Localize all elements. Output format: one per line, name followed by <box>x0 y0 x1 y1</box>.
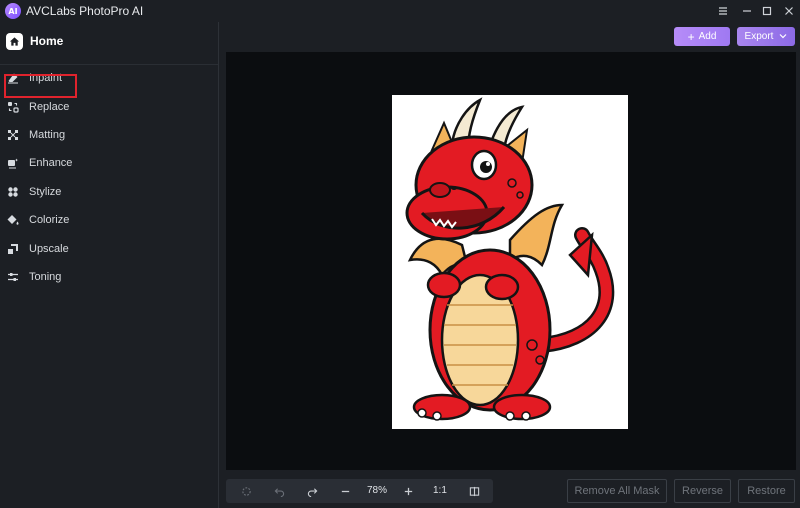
add-button-label: Add <box>698 31 717 42</box>
colorize-icon <box>6 213 20 227</box>
stylize-icon <box>6 185 20 199</box>
sidebar-item-label: Replace <box>29 101 70 113</box>
add-button[interactable]: + Add <box>674 27 730 46</box>
sidebar-item-label: Matting <box>29 129 66 141</box>
replace-icon <box>6 100 20 114</box>
sidebar-item-label: Enhance <box>29 157 73 169</box>
undo-icon[interactable] <box>271 479 287 503</box>
toning-icon <box>6 270 20 284</box>
maximize-icon[interactable] <box>758 2 776 20</box>
minimize-icon[interactable] <box>738 2 756 20</box>
zoom-out-icon[interactable] <box>337 479 353 503</box>
close-icon[interactable] <box>780 2 798 20</box>
export-button-label: Export <box>744 31 774 42</box>
sidebar-item-replace[interactable]: Replace <box>6 96 69 118</box>
dragon-illustration <box>405 97 615 421</box>
sidebar-item-enhance[interactable]: Enhance <box>6 152 72 174</box>
sidebar-item-label: Stylize <box>29 186 62 198</box>
upscale-icon <box>6 242 20 256</box>
sidebar-item-label: Toning <box>29 271 62 283</box>
home-label: Home <box>30 34 64 48</box>
app-logo-text: AI <box>8 6 18 16</box>
title-bar: AI AVCLabs PhotoPro AI <box>0 0 800 22</box>
actual-size-button[interactable]: 1:1 <box>433 485 447 496</box>
sidebar-item-colorize[interactable]: Colorize <box>6 209 69 231</box>
zoom-in-icon[interactable] <box>400 479 416 503</box>
app-title: AVCLabs PhotoPro AI <box>26 4 144 18</box>
home-icon <box>6 32 23 50</box>
export-button[interactable]: Export <box>737 27 795 46</box>
sidebar-item-matting[interactable]: Matting <box>6 124 65 146</box>
enhance-icon <box>6 156 20 170</box>
app-logo-icon: AI <box>5 3 21 19</box>
redo-icon[interactable] <box>304 479 320 503</box>
sidebar-item-toning[interactable]: Toning <box>6 266 61 288</box>
sidebar-divider <box>0 64 218 65</box>
menu-icon[interactable] <box>714 2 732 20</box>
zoom-toolbar: 78% 1:1 <box>226 479 493 503</box>
sidebar-item-stylize[interactable]: Stylize <box>6 181 61 203</box>
plus-icon: + <box>687 29 695 44</box>
reverse-button[interactable]: Reverse <box>674 479 731 503</box>
remove-all-mask-button[interactable]: Remove All Mask <box>567 479 667 503</box>
sidebar-item-label: Upscale <box>29 243 69 255</box>
matting-icon <box>6 128 20 142</box>
dragon-image[interactable] <box>392 95 628 429</box>
replace-highlight-box <box>4 74 77 98</box>
restore-button[interactable]: Restore <box>738 479 795 503</box>
sidebar-item-label: Colorize <box>29 214 70 226</box>
zoom-level: 78% <box>366 485 387 496</box>
home-nav[interactable]: Home <box>6 31 63 51</box>
reset-selection-icon[interactable] <box>238 479 254 503</box>
chevron-down-icon <box>779 31 787 42</box>
sidebar-item-upscale[interactable]: Upscale <box>6 238 69 260</box>
compare-icon[interactable] <box>466 479 482 503</box>
